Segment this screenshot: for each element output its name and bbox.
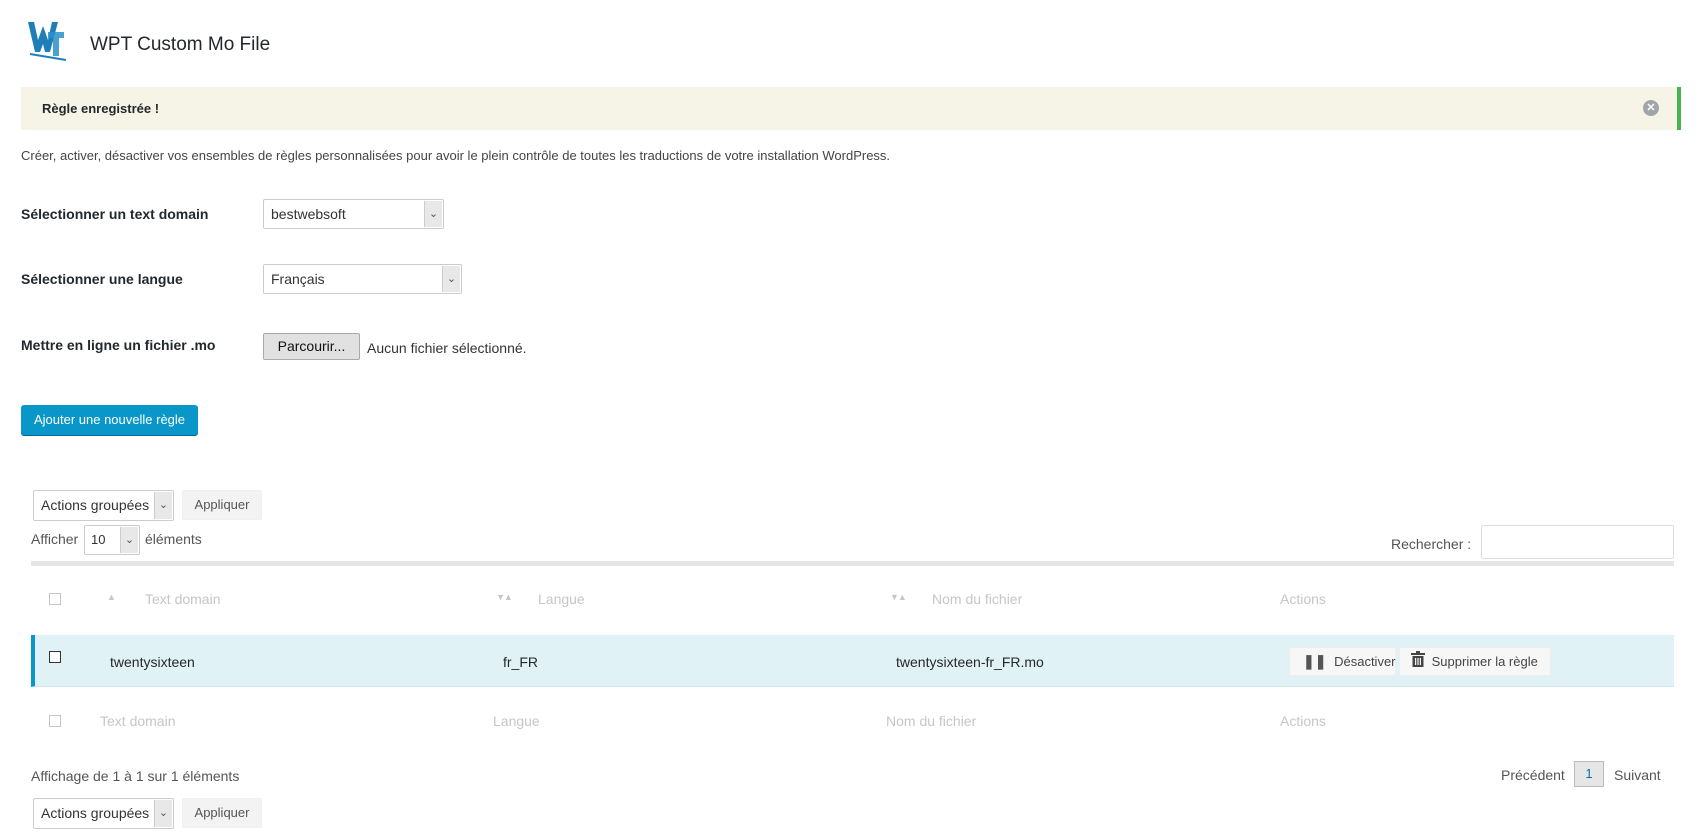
language-label: Sélectionner une langue	[21, 271, 183, 287]
cell-fichier: twentysixteen-fr_FR.mo	[896, 654, 1044, 670]
chevron-down-icon: ⌄	[154, 492, 172, 519]
page-description: Créer, activer, désactiver vos ensembles…	[21, 148, 891, 163]
header-langue[interactable]: Langue	[538, 591, 585, 607]
language-value: Français	[271, 271, 325, 287]
bulk-actions-value: Actions groupées	[41, 497, 150, 513]
page-length-value: 10	[91, 532, 106, 547]
deactivate-label: Désactiver	[1334, 654, 1396, 669]
row-checkbox[interactable]	[49, 651, 61, 663]
apply-button-bottom[interactable]: Appliquer	[182, 798, 262, 828]
footer-text-domain: Text domain	[100, 713, 176, 729]
length-suffix: éléments	[145, 531, 202, 547]
header-text-domain[interactable]: Text domain	[145, 591, 220, 607]
success-notice: Règle enregistrée ! ✕	[21, 87, 1681, 130]
header-actions: Actions	[1280, 591, 1326, 607]
sort-both-icon: ▼▲	[890, 592, 907, 602]
trash-icon	[1411, 649, 1425, 676]
add-rule-button[interactable]: Ajouter une nouvelle règle	[21, 405, 198, 435]
bulk-actions-select-top[interactable]: Actions groupées ⌄	[33, 490, 174, 521]
footer-nom-fichier: Nom du fichier	[886, 713, 977, 729]
previous-page[interactable]: Précédent	[1501, 767, 1565, 783]
cell-text-domain: twentysixteen	[110, 654, 195, 670]
chevron-down-icon: ⌄	[154, 800, 172, 827]
delete-rule-button[interactable]: Supprimer la règle	[1399, 647, 1551, 676]
search-input[interactable]	[1481, 525, 1674, 559]
sort-both-icon: ▼▲	[496, 592, 513, 602]
language-select[interactable]: Français ⌄	[263, 264, 462, 294]
current-page[interactable]: 1	[1574, 761, 1604, 787]
delete-label: Supprimer la règle	[1431, 654, 1538, 669]
apply-button-top[interactable]: Appliquer	[182, 490, 262, 520]
notice-message: Règle enregistrée !	[42, 101, 160, 116]
table-top-border	[31, 561, 1674, 566]
bulk-actions-select-bottom[interactable]: Actions groupées ⌄	[33, 798, 174, 829]
header-nom-fichier[interactable]: Nom du fichier	[932, 591, 1022, 607]
deactivate-button[interactable]: ❚❚ Désactiver	[1289, 647, 1396, 676]
length-prefix: Afficher	[31, 531, 79, 547]
browse-button[interactable]: Parcourir...	[263, 333, 360, 360]
close-icon[interactable]: ✕	[1643, 100, 1659, 116]
upload-label: Mettre en ligne un fichier .mo	[21, 337, 216, 353]
chevron-down-icon: ⌄	[120, 527, 138, 553]
search-label: Rechercher :	[1391, 536, 1472, 552]
table-info: Affichage de 1 à 1 sur 1 éléments	[31, 768, 240, 784]
file-status: Aucun fichier sélectionné.	[367, 340, 527, 356]
sort-asc-icon: ▲	[107, 592, 116, 602]
next-page[interactable]: Suivant	[1614, 767, 1661, 783]
footer-actions: Actions	[1280, 713, 1326, 729]
select-all-checkbox-footer[interactable]	[49, 715, 61, 727]
text-domain-select[interactable]: bestwebsoft ⌄	[263, 199, 444, 229]
page-title: WPT Custom Mo File	[90, 34, 271, 55]
bulk-actions-value: Actions groupées	[41, 805, 150, 821]
pause-icon: ❚❚	[1303, 653, 1327, 669]
wpt-logo	[24, 18, 70, 64]
chevron-down-icon: ⌄	[442, 266, 460, 292]
chevron-down-icon: ⌄	[424, 201, 442, 227]
footer-langue: Langue	[493, 713, 540, 729]
text-domain-value: bestwebsoft	[271, 206, 346, 222]
select-all-checkbox[interactable]	[49, 593, 61, 605]
text-domain-label: Sélectionner un text domain	[21, 206, 209, 222]
cell-langue: fr_FR	[503, 654, 538, 670]
page-length-select[interactable]: 10 ⌄	[84, 525, 140, 555]
